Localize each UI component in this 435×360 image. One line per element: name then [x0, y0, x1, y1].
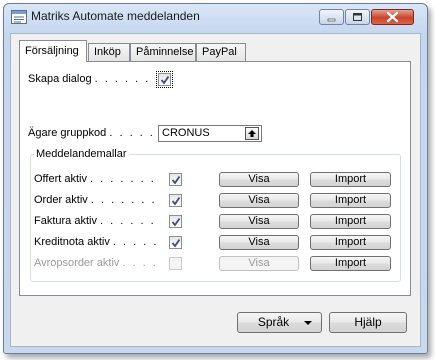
offert-import-button[interactable]: Import [310, 172, 391, 187]
avropsorder-aktiv-dots: . . . . [122, 257, 158, 269]
title-bar[interactable]: Matriks Automate meddelanden [4, 4, 427, 30]
order-visa-button[interactable]: Visa [219, 193, 299, 208]
avropsorder-aktiv-label: Avropsorder aktiv . . . . [34, 257, 158, 269]
checkmark-icon [160, 75, 170, 85]
dialog-body: Försäljning Inköp Påminnelse PayPal Skap… [10, 33, 421, 347]
tab-panel-forsaljning: Skapa dialog . . . . . . Ägare gruppkod … [19, 61, 411, 296]
kreditnota-aktiv-text: Kreditnota aktiv [34, 236, 110, 248]
language-button[interactable]: Språk [237, 312, 322, 333]
skapa-dialog-checkbox[interactable] [156, 71, 173, 88]
maximize-icon [353, 13, 362, 21]
help-button[interactable]: Hjälp [329, 312, 407, 333]
faktura-aktiv-label: Faktura aktiv . . . . . . [34, 215, 156, 227]
offert-aktiv-label: Offert aktiv . . . . . . . [34, 173, 156, 185]
agare-gruppkod-text: Ägare gruppkod [28, 127, 107, 139]
maximize-button[interactable] [345, 9, 370, 25]
kreditnota-aktiv-checkbox[interactable] [169, 236, 182, 249]
faktura-aktiv-checkbox[interactable] [169, 215, 182, 228]
avropsorder-aktiv-checkbox[interactable] [169, 257, 182, 270]
close-button[interactable] [371, 9, 414, 25]
faktura-import-button[interactable]: Import [310, 214, 391, 229]
order-aktiv-checkbox[interactable] [169, 194, 182, 207]
skapa-dialog-label: Skapa dialog . . . . . . [28, 73, 150, 85]
assist-edit-icon [248, 130, 256, 137]
dialog-window: Matriks Automate meddelanden Försäljning… [3, 3, 428, 354]
tab-inkop[interactable]: Inköp [88, 43, 130, 61]
checkmark-icon [171, 196, 181, 206]
language-button-label: Språk [257, 315, 290, 329]
close-icon [386, 11, 399, 23]
assist-edit-button[interactable] [245, 127, 259, 140]
offert-aktiv-text: Offert aktiv [34, 173, 87, 185]
avropsorder-aktiv-text: Avropsorder aktiv [34, 257, 120, 269]
minimize-button[interactable] [319, 9, 344, 25]
faktura-aktiv-dots: . . . . . . [100, 215, 156, 227]
checkmark-icon [171, 238, 181, 248]
skapa-dialog-text: Skapa dialog [28, 73, 92, 85]
agare-gruppkod-dots: . . . . . [109, 127, 155, 139]
agare-gruppkod-value: CRONUS [162, 127, 210, 139]
offert-aktiv-checkbox[interactable] [169, 173, 182, 186]
minimize-icon [327, 18, 336, 22]
tab-paypal[interactable]: PayPal [196, 43, 246, 61]
order-import-button[interactable]: Import [310, 193, 391, 208]
kreditnota-aktiv-label: Kreditnota aktiv . . . . . [34, 236, 158, 248]
agare-gruppkod-field[interactable]: CRONUS [158, 125, 262, 142]
kreditnota-visa-button[interactable]: Visa [219, 235, 299, 250]
tab-forsaljning[interactable]: Försäljning [19, 40, 87, 62]
offert-aktiv-dots: . . . . . . . [90, 173, 156, 185]
group-title: Meddelandemallar [34, 148, 129, 160]
chevron-down-icon [304, 321, 312, 325]
avropsorder-visa-button[interactable]: Visa [219, 256, 299, 271]
checkmark-icon [171, 175, 181, 185]
kreditnota-import-button[interactable]: Import [310, 235, 391, 250]
order-aktiv-text: Order aktiv [34, 194, 88, 206]
skapa-dialog-dots: . . . . . . [94, 73, 151, 85]
order-aktiv-label: Order aktiv . . . . . . . [34, 194, 157, 206]
tab-paminnelse[interactable]: Påminnelse [130, 43, 196, 61]
window-title: Matriks Automate meddelanden [31, 9, 200, 23]
avropsorder-import-button[interactable]: Import [310, 256, 391, 271]
faktura-aktiv-text: Faktura aktiv [34, 215, 97, 227]
order-aktiv-dots: . . . . . . . [90, 194, 157, 206]
offert-visa-button[interactable]: Visa [219, 172, 299, 187]
kreditnota-aktiv-dots: . . . . . [112, 236, 159, 248]
agare-gruppkod-label: Ägare gruppkod . . . . . [28, 127, 155, 139]
faktura-visa-button[interactable]: Visa [219, 214, 299, 229]
form-icon [11, 10, 27, 24]
checkmark-icon [171, 217, 181, 227]
